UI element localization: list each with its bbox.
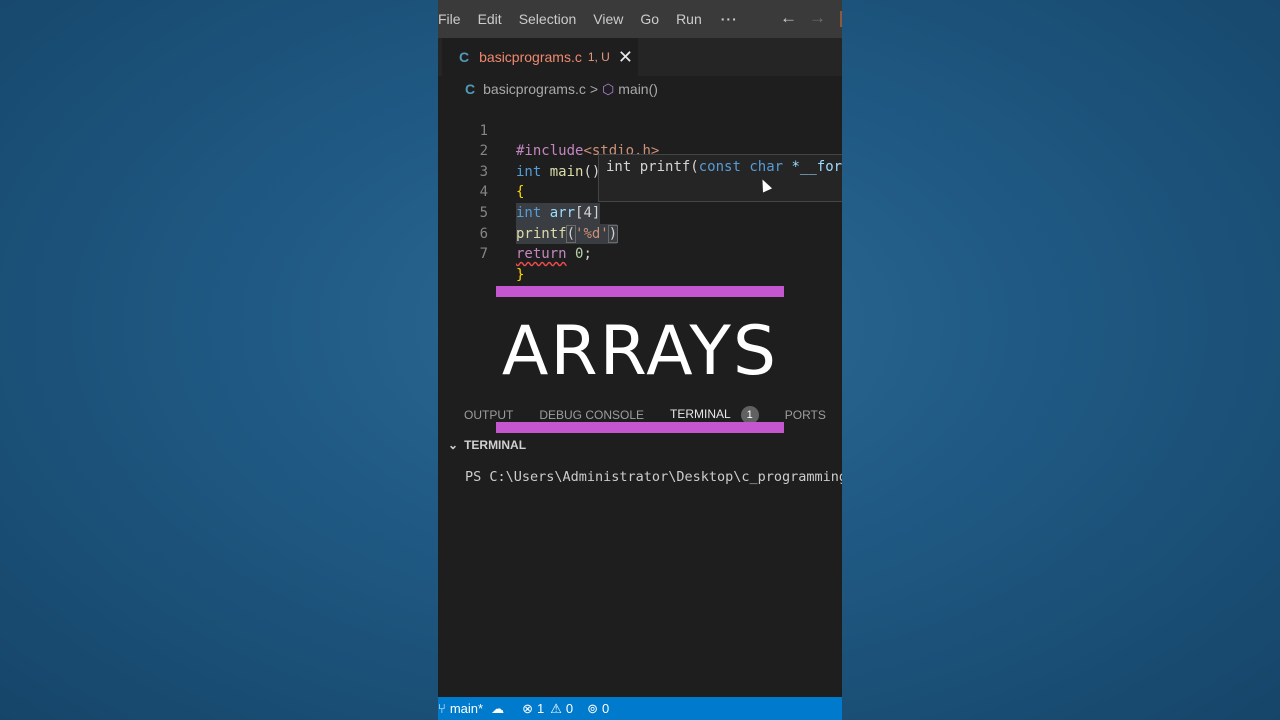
branch-name: main* [449,701,484,716]
menu-view[interactable]: View [593,11,623,27]
ports-count: 0 [602,701,610,716]
code-line: 1 #include<stdio.h> [438,100,842,160]
menu-file[interactable]: File [438,11,461,27]
window-edge-divider [840,11,842,27]
chevron-down-icon: ⌄ [448,438,459,452]
breadcrumb-symbol[interactable]: main() [618,81,658,97]
menu-bar: File Edit Selection View Go Run ··· ← → [438,0,842,38]
menu-selection[interactable]: Selection [519,11,577,27]
ports-status[interactable]: ⊚ 0 [587,701,609,717]
breadcrumb-file[interactable]: basicprograms.c [483,81,586,97]
code-line: 2 int main() [438,121,842,180]
terminal-header-label: TERMINAL [464,438,527,452]
close-icon[interactable]: ✕ [618,47,633,68]
menu-go[interactable]: Go [640,11,659,27]
terminal-prompt[interactable]: PS C:\Users\Administrator\Desktop\c_prog… [465,469,842,485]
branch-status[interactable]: ⑂ main* ☁ [438,701,508,717]
sync-cloud-icon: ☁ [491,700,505,716]
signature-text: int printf(const char *__form [606,159,842,175]
tab-ports[interactable]: PORTS [785,408,826,422]
accent-bar-bottom [496,422,784,433]
tab-filename: basicprograms.c [479,49,582,65]
status-bar: ⑂ main* ☁ ⊗ 1 ⚠ 0 ⊚ 0 [438,697,842,720]
tab-debug-console[interactable]: DEBUG CONSOLE [539,408,644,422]
code-text: } [516,266,525,283]
signature-help-popup: int printf(const char *__form [598,154,842,202]
error-count: 1 [536,701,545,716]
broadcast-icon: ⊚ [587,700,598,716]
line-number: 7 [479,246,488,263]
vscode-window: File Edit Selection View Go Run ··· ← → … [438,0,842,720]
editor-tab-bar: C basicprograms.c 1, U ✕ [438,38,842,76]
code-line: 6 return 0; [438,203,842,263]
warning-count: 0 [565,701,574,716]
breadcrumb: C basicprograms.c > ⬡ main() [438,78,842,100]
tab-problem-status: 1, U [587,50,610,64]
terminal-section-header[interactable]: ⌄ TERMINAL [438,434,842,456]
tab-basicprograms[interactable]: C basicprograms.c 1, U ✕ [442,38,638,76]
menu-edit[interactable]: Edit [478,11,502,27]
more-menu-icon[interactable]: ··· [721,11,738,27]
c-language-icon: C [459,49,470,65]
warning-icon: ⚠ [550,700,562,716]
code-line: 7 } [438,224,842,283]
chevron-right-icon: > [589,81,599,97]
forward-arrow-icon[interactable]: → [809,8,826,28]
back-arrow-icon[interactable]: ← [780,8,797,28]
problems-status[interactable]: ⊗ 1 ⚠ 0 [522,701,573,717]
error-icon: ⊗ [522,700,533,716]
symbol-method-icon: ⬡ [602,80,615,97]
accent-bar-top [496,286,784,297]
menu-run[interactable]: Run [676,11,702,27]
code-text: return 0; [516,246,592,263]
overlay-headline: ARRAYS [501,312,779,391]
tab-output[interactable]: OUTPUT [464,408,513,422]
git-branch-icon: ⑂ [438,701,446,716]
c-language-icon: C [465,81,476,97]
